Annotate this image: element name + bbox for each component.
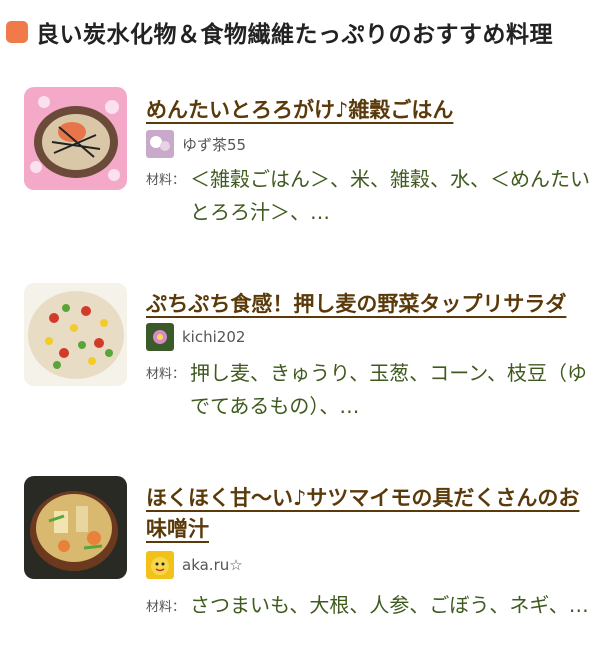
recipe-author[interactable]: kichi202 (146, 322, 245, 352)
ingredients-label: 材料： (146, 600, 186, 615)
ingredients-label: 材料： (146, 173, 186, 188)
recipe-author[interactable]: ゆず茶55 (146, 129, 246, 159)
recipe-title-link[interactable]: めんたいとろろがけ♪雑穀ごはん (146, 95, 590, 126)
ingredients-text: ＜雑穀ごはん＞、米、雑穀、水、＜めんたいとろろ汁＞、… (190, 167, 590, 224)
recipe-thumbnail[interactable] (24, 87, 127, 190)
recipe-title-link[interactable]: ほくほく甘〜い♪サツマイモの具だくさんのお味噌汁 (146, 483, 590, 545)
recipe-thumbnail[interactable] (24, 476, 127, 579)
section-header-icon (6, 21, 28, 43)
recipe-author[interactable]: aka.ru☆ (146, 550, 243, 580)
recipe-thumbnail[interactable] (24, 283, 127, 386)
author-avatar[interactable] (146, 551, 174, 579)
ingredients-text: 押し麦、きゅうり、玉葱、コーン、枝豆（ゆでてあるもの）、… (190, 361, 587, 418)
section-header: 良い炭水化物＆食物繊維たっぷりのおすすめ料理 (6, 12, 596, 52)
author-name[interactable]: kichi202 (182, 328, 245, 346)
recipe-title-link[interactable]: ぷちぷち食感！押し麦の野菜タップリサラダ (146, 289, 590, 320)
ingredients-text: さつまいも、大根、人参、ごぼう、ネギ、… (190, 593, 589, 617)
author-avatar[interactable] (146, 323, 174, 351)
author-name[interactable]: aka.ru☆ (182, 556, 243, 574)
author-avatar[interactable] (146, 130, 174, 158)
section-title: 良い炭水化物＆食物繊維たっぷりのおすすめ料理 (36, 22, 553, 48)
ingredients-label: 材料： (146, 367, 186, 382)
author-name[interactable]: ゆず茶55 (182, 134, 246, 155)
